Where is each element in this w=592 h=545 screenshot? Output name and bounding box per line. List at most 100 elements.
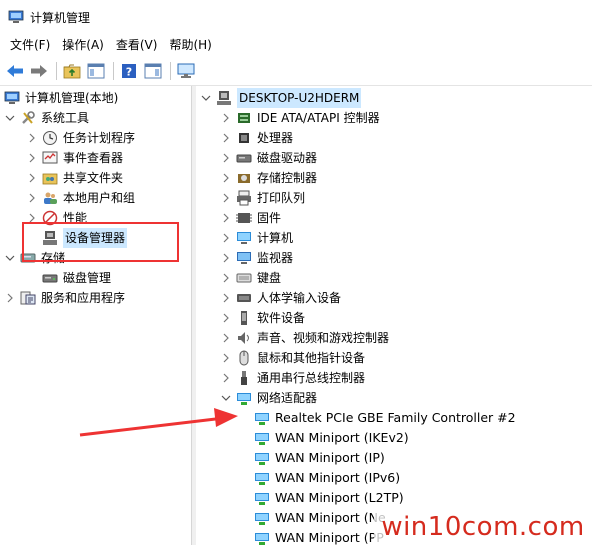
tree-item-disk-management[interactable]: 磁盘管理	[26, 268, 111, 288]
chevron-right-icon[interactable]	[220, 288, 232, 308]
network-adapter-row[interactable]: WAN Miniport (IPv6)	[254, 468, 400, 488]
network-adapter-icon	[255, 433, 269, 445]
tree-item-event-viewer[interactable]: 事件查看器	[26, 148, 123, 168]
chevron-right-icon[interactable]	[220, 168, 232, 188]
device-category-label: 存储控制器	[257, 171, 318, 185]
device-category-label: 监视器	[257, 251, 294, 265]
ide-controller-icon	[238, 113, 250, 123]
device-category-row[interactable]: 磁盘驱动器	[220, 148, 317, 168]
tools-icon	[22, 111, 35, 124]
tree-item-task-scheduler[interactable]: 任务计划程序	[26, 128, 135, 148]
chevron-right-icon[interactable]	[220, 328, 232, 348]
network-adapter-icon	[255, 453, 269, 465]
device-category-label: 处理器	[257, 131, 294, 145]
device-category-row[interactable]: 软件设备	[220, 308, 305, 328]
print-queue-icon	[237, 190, 251, 206]
toolbar-separator	[56, 61, 57, 80]
chevron-right-icon[interactable]	[220, 308, 232, 328]
users-icon	[44, 192, 57, 204]
toolbar-separator	[170, 61, 171, 80]
computer-icon	[217, 91, 231, 105]
tree-item-shared-folders[interactable]: 共享文件夹	[26, 168, 123, 188]
chevron-right-icon[interactable]	[220, 208, 232, 228]
menu-action[interactable]: 操作(A)	[56, 34, 110, 56]
folder-up-icon	[63, 64, 81, 78]
network-adapter-row[interactable]: WAN Miniport (IKEv2)	[254, 428, 409, 448]
chevron-right-icon[interactable]	[220, 228, 232, 248]
chevron-right-icon[interactable]	[26, 148, 38, 168]
chevron-right-icon[interactable]	[220, 148, 232, 168]
device-category-label: 通用串行总线控制器	[257, 371, 366, 385]
device-category-row[interactable]: 人体学输入设备	[220, 288, 341, 308]
network-adapter-icon	[237, 393, 251, 405]
menu-file[interactable]: 文件(F)	[4, 34, 56, 56]
show-hide-tree-button[interactable]	[85, 60, 107, 82]
network-adapter-row[interactable]: Realtek PCIe GBE Family Controller #2	[254, 408, 516, 428]
up-level-button[interactable]	[61, 60, 83, 82]
chevron-right-icon[interactable]	[220, 188, 232, 208]
chevron-right-icon[interactable]	[220, 348, 232, 368]
device-category-row[interactable]: 键盘	[220, 268, 281, 288]
device-category-label: 计算机	[257, 231, 294, 245]
scan-hardware-button[interactable]	[175, 60, 197, 82]
help-button[interactable]: ?	[118, 60, 140, 82]
device-category-row[interactable]: 声音、视频和游戏控制器	[220, 328, 389, 348]
network-adapter-row[interactable]: WAN Miniport (L2TP)	[254, 488, 404, 508]
device-category-row[interactable]: 固件	[220, 208, 281, 228]
chevron-right-icon[interactable]	[26, 128, 38, 148]
tree-item-label: 共享文件夹	[63, 171, 124, 185]
chevron-right-icon[interactable]	[26, 168, 38, 188]
chevron-right-icon[interactable]	[220, 268, 232, 288]
shared-folder-icon	[42, 173, 58, 185]
device-category-label: 键盘	[257, 271, 282, 285]
svg-text:?: ?	[126, 65, 132, 78]
tree-item-services-apps[interactable]: 服务和应用程序	[4, 288, 125, 308]
chevron-right-icon[interactable]	[26, 188, 38, 208]
tree-item-system-tools[interactable]: 系统工具	[4, 108, 89, 128]
computer-management-icon	[8, 10, 24, 23]
tree-item-label: 本地用户和组	[63, 191, 136, 205]
device-category-row[interactable]: 监视器	[220, 248, 293, 268]
computer-name: DESKTOP-U2HDERM	[237, 88, 362, 108]
device-category-label: 固件	[257, 211, 282, 225]
chevron-right-icon[interactable]	[4, 288, 16, 308]
chevron-right-icon[interactable]	[220, 128, 232, 148]
network-adapter-row[interactable]: WAN Miniport (PP	[254, 528, 384, 545]
chevron-down-icon[interactable]	[200, 88, 212, 108]
device-category-row[interactable]: 处理器	[220, 128, 293, 148]
chevron-right-icon[interactable]	[220, 368, 232, 388]
network-adapter-icon	[255, 413, 269, 425]
device-category-label: 人体学输入设备	[257, 291, 342, 305]
tree-item-local-users[interactable]: 本地用户和组	[26, 188, 135, 208]
chevron-down-icon[interactable]	[4, 248, 16, 268]
device-category-row[interactable]: 计算机	[220, 228, 293, 248]
chevron-right-icon[interactable]	[220, 108, 232, 128]
show-hide-action-pane-button[interactable]	[142, 60, 164, 82]
window-title: 计算机管理	[30, 10, 91, 25]
device-category-row[interactable]: IDE ATA/ATAPI 控制器	[220, 108, 380, 128]
forward-button[interactable]	[28, 60, 50, 82]
device-category-label: 声音、视频和游戏控制器	[257, 331, 390, 345]
device-category-row[interactable]: 鼠标和其他指针设备	[220, 348, 365, 368]
title-bar: 计算机管理	[0, 0, 592, 34]
disk-drive-icon	[236, 154, 252, 163]
network-adapter-icon	[255, 473, 269, 485]
network-adapter-row[interactable]: WAN Miniport (Ne	[254, 508, 386, 528]
device-tree-root[interactable]: DESKTOP-U2HDERM	[200, 88, 362, 108]
clock-icon	[43, 131, 57, 145]
chevron-down-icon[interactable]	[220, 388, 232, 408]
chevron-down-icon[interactable]	[4, 108, 16, 128]
network-adapter-row[interactable]: WAN Miniport (IP)	[254, 448, 385, 468]
back-button[interactable]	[4, 60, 26, 82]
software-device-icon	[241, 311, 247, 325]
tree-item-root[interactable]: 计算机管理(本地)	[4, 88, 118, 108]
device-category-row[interactable]: 存储控制器	[220, 168, 317, 188]
menu-help[interactable]: 帮助(H)	[163, 34, 217, 56]
network-adapter-label: WAN Miniport (L2TP)	[275, 490, 404, 505]
menu-view[interactable]: 查看(V)	[110, 34, 164, 56]
device-category-label: 打印队列	[257, 191, 306, 205]
device-category-row[interactable]: 网络适配器	[220, 388, 317, 408]
device-category-row[interactable]: 打印队列	[220, 188, 305, 208]
device-category-row[interactable]: 通用串行总线控制器	[220, 368, 365, 388]
chevron-right-icon[interactable]	[220, 248, 232, 268]
